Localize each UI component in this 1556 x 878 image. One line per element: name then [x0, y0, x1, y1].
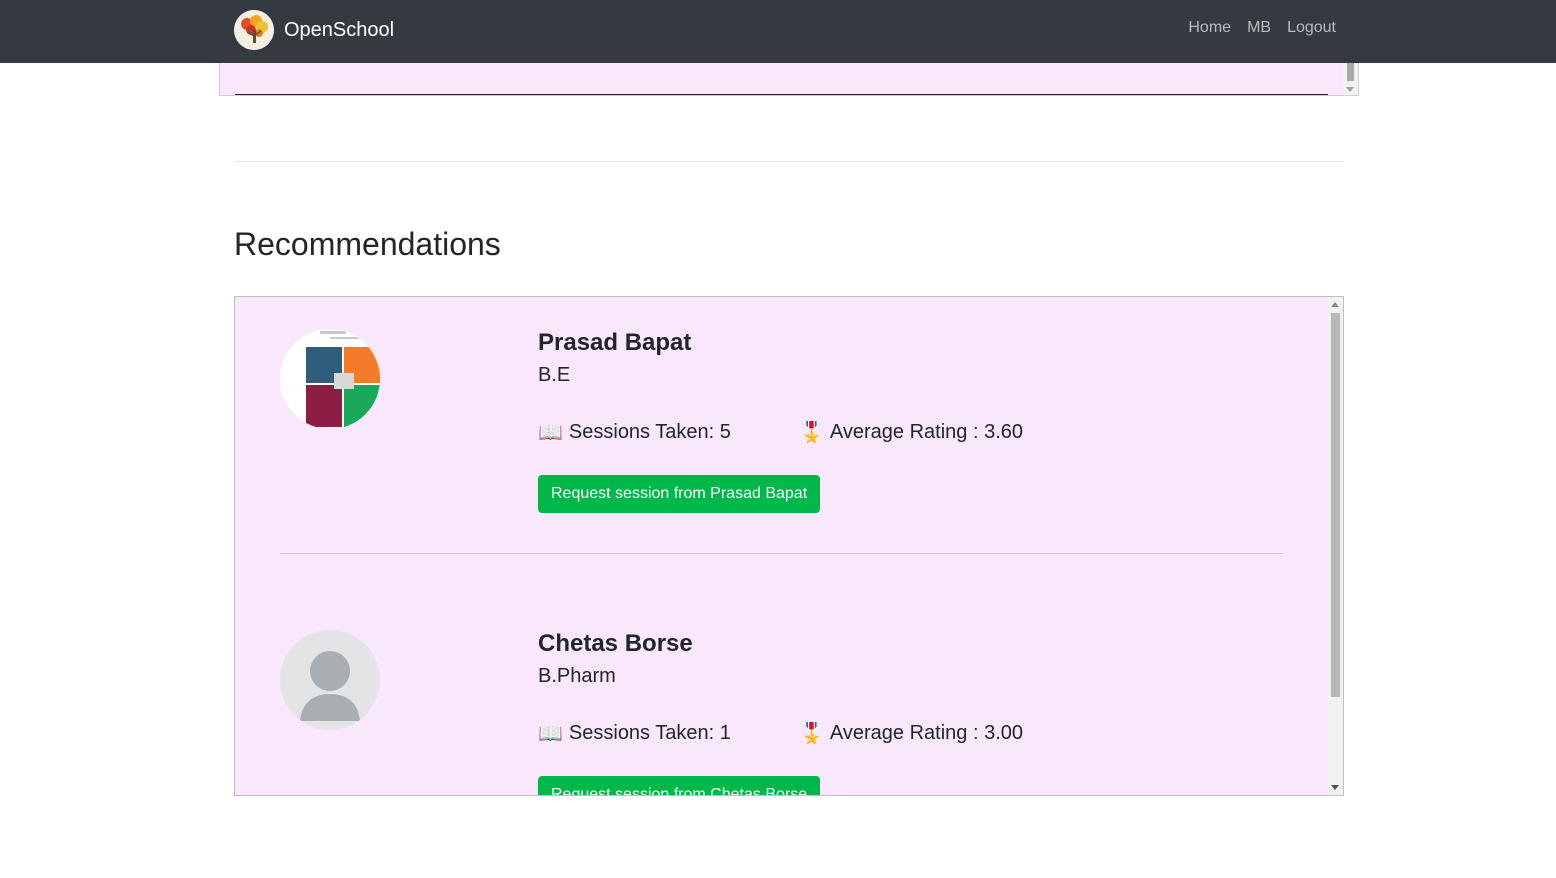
sessions-taken: Sessions Taken: 5 [568, 421, 731, 443]
request-session-button[interactable]: Request session from Prasad Bapat [538, 475, 821, 513]
mentor-degree: B.Pharm [538, 665, 616, 687]
recommendations-panel[interactable]: Prasad Bapat B.E 📖 Sessions Taken: 5 🎖️ … [234, 296, 1344, 796]
sessions-stat: 📖 Sessions Taken: 5 [538, 420, 731, 445]
panel-bottom-rule [235, 94, 1328, 95]
nav-links: Home MB Logout [1172, 19, 1336, 37]
brand-name[interactable]: OpenSchool [284, 19, 394, 42]
mentor-degree: B.E [538, 364, 571, 386]
rating-stat: 🎖️ Average Rating : 3.60 [799, 420, 1023, 445]
open-book-icon: 📖 [538, 422, 563, 444]
scroll-down-arrow-icon[interactable] [1346, 87, 1354, 92]
section-divider [234, 161, 1344, 162]
medal-icon: 🎖️ [799, 723, 824, 745]
tree-logo-icon [234, 10, 274, 50]
scroll-down-arrow-icon[interactable] [1331, 785, 1339, 790]
nav-user-link[interactable]: MB [1247, 19, 1271, 37]
average-rating: Average Rating : 3.60 [829, 421, 1024, 443]
sessions-taken: Sessions Taken: 1 [568, 722, 731, 744]
scroll-up-arrow-icon[interactable] [1331, 302, 1339, 307]
recommendations-scrollbar[interactable] [1328, 297, 1343, 795]
mentor-name: Chetas Borse [538, 630, 693, 657]
nav-logout-link[interactable]: Logout [1287, 19, 1336, 37]
scrollbar-thumb[interactable] [1347, 63, 1354, 81]
upper-panel-scrollbar[interactable] [1343, 63, 1358, 95]
scrollbar-thumb[interactable] [1331, 313, 1340, 697]
medal-icon: 🎖️ [799, 422, 824, 444]
rating-stat: 🎖️ Average Rating : 3.00 [799, 721, 1023, 746]
section-title: Recommendations [234, 226, 501, 262]
brand[interactable]: OpenSchool [234, 10, 394, 50]
nav-home-link[interactable]: Home [1188, 19, 1231, 37]
upper-scroll-panel[interactable] [219, 63, 1359, 96]
average-rating: Average Rating : 3.00 [829, 722, 1024, 744]
mentor-name: Prasad Bapat [538, 329, 692, 356]
navbar: OpenSchool Home MB Logout [0, 0, 1556, 63]
request-session-button[interactable]: Request session from Chetas Borse [538, 776, 821, 795]
default-user-icon [280, 630, 380, 730]
open-book-icon: 📖 [538, 723, 563, 745]
sessions-stat: 📖 Sessions Taken: 1 [538, 721, 731, 746]
mentor-avatar [280, 329, 380, 429]
mentor-separator [280, 553, 1283, 554]
